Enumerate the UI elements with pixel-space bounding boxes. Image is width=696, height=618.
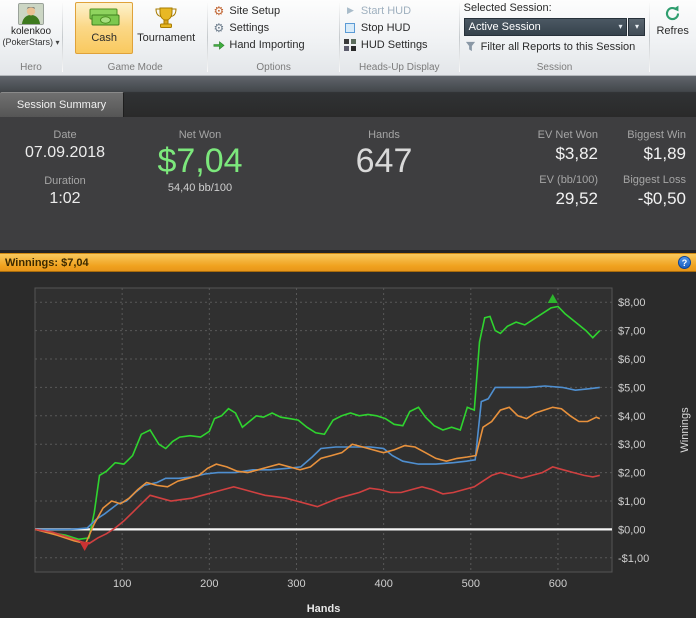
hands-label: Hands: [368, 129, 400, 141]
cash-icon: [89, 8, 120, 26]
ribbon-group-hero: kolenkoo (PokerStars) ▾ Hero: [0, 0, 62, 75]
svg-text:$3,00: $3,00: [618, 439, 646, 451]
hud-settings-button[interactable]: HUD Settings: [344, 36, 455, 53]
svg-text:$8,00: $8,00: [618, 297, 646, 309]
tab-session-summary[interactable]: Session Summary: [0, 92, 124, 117]
svg-text:600: 600: [549, 578, 567, 590]
ribbon-group-session: Selected Session: Active Session ▾ ▾ Fil…: [460, 0, 650, 75]
bb100-value: 54,40 bb/100: [167, 181, 233, 194]
start-hud-button[interactable]: ▶ Start HUD: [344, 2, 455, 19]
settings-button[interactable]: ⚙ Settings: [212, 19, 335, 36]
tab-strip: Session Summary: [0, 76, 696, 117]
winnings-chart: 100 200 300 400 500 600 $8,00 $7,00 $6,00 $5,00 $4…: [0, 272, 696, 618]
ribbon-group-hud: ▶ Start HUD Stop HUD HUD Settings Heads-…: [340, 0, 459, 75]
help-icon[interactable]: ?: [678, 256, 691, 269]
ev-net-won-label: EV Net Won: [537, 129, 598, 141]
biggest-loss-label: Biggest Loss: [623, 174, 686, 186]
svg-text:$0,00: $0,00: [618, 524, 646, 536]
chart-canvas: 100 200 300 400 500 600 $8,00 $7,00 $6,00 $5,00 $4…: [34, 287, 691, 615]
group-label-hud: Heads-Up Display: [358, 62, 440, 73]
svg-text:$4,00: $4,00: [618, 411, 646, 423]
dropdown-arrow-icon: ▾: [618, 22, 623, 31]
play-icon: ▶: [346, 5, 354, 15]
start-hud-label: Start HUD: [360, 4, 412, 17]
hero-name: kolenkoo: [10, 26, 52, 37]
ev-bb100-value: 29,52: [555, 189, 598, 208]
svg-text:400: 400: [374, 578, 392, 590]
date-value: 07.09.2018: [24, 144, 106, 161]
winnings-header-bar: Winnings: $7,04 ?: [0, 253, 696, 272]
trophy-icon: [155, 7, 177, 28]
winnings-title: Winnings: $7,04: [5, 256, 89, 269]
site-setup-label: Site Setup: [229, 4, 281, 17]
svg-text:$5,00: $5,00: [618, 382, 646, 394]
net-won-value: $7,04: [157, 142, 243, 180]
svg-text:Hands: Hands: [307, 603, 341, 615]
group-label-session: Session: [536, 62, 573, 73]
biggest-win-value: $1,89: [643, 144, 686, 163]
stop-hud-label: Stop HUD: [360, 21, 411, 34]
session-summary-panel: Date 07.09.2018 Duration 1:02 Net Won $7…: [0, 117, 696, 250]
filter-session-label: Filter all Reports to this Session: [480, 40, 636, 53]
duration-value: 1:02: [49, 190, 81, 207]
site-setup-button[interactable]: ⚙ Site Setup: [212, 2, 335, 19]
chevron-down-icon: ▾: [55, 38, 60, 47]
svg-text:100: 100: [113, 578, 131, 590]
svg-text:300: 300: [287, 578, 305, 590]
net-won-label: Net Won: [178, 129, 222, 141]
selected-session-label: Selected Session:: [463, 2, 552, 14]
hero-selector[interactable]: kolenkoo (PokerStars) ▾: [2, 2, 60, 47]
svg-text:500: 500: [462, 578, 480, 590]
group-label-options: Options: [256, 62, 291, 73]
stop-hud-button[interactable]: Stop HUD: [344, 19, 455, 36]
cash-label: Cash: [91, 32, 118, 44]
hand-importing-button[interactable]: Hand Importing: [212, 36, 335, 53]
svg-text:$1,00: $1,00: [618, 496, 646, 508]
hand-importing-label: Hand Importing: [229, 38, 305, 51]
session-dropdown-value: Active Session: [468, 20, 541, 33]
ribbon-group-refresh: Refres: [650, 0, 696, 75]
svg-text:$6,00: $6,00: [618, 354, 646, 366]
refresh-button[interactable]: Refres: [654, 2, 690, 37]
group-label-hero: Hero: [20, 62, 42, 73]
svg-text:Winnings: Winnings: [679, 407, 691, 453]
refresh-label: Refres: [656, 25, 689, 37]
hand-import-icon: [212, 38, 225, 51]
biggest-loss-value: -$0,50: [637, 189, 686, 208]
ribbon: kolenkoo (PokerStars) ▾ Hero Cash Tourna…: [0, 0, 696, 76]
refresh-icon: [666, 5, 680, 21]
svg-text:200: 200: [200, 578, 218, 590]
svg-text:$2,00: $2,00: [618, 468, 646, 480]
cash-button[interactable]: Cash: [75, 2, 134, 54]
gear-icon: ⚙: [213, 20, 225, 35]
date-label: Date: [53, 129, 77, 141]
session-dropdown[interactable]: Active Session ▾: [463, 17, 628, 36]
hm2-window: kolenkoo (PokerStars) ▾ Hero Cash Tourna…: [0, 0, 696, 618]
hands-value: 647: [355, 142, 413, 180]
ev-bb100-label: EV (bb/100): [539, 174, 598, 186]
duration-label: Duration: [44, 175, 86, 187]
stop-icon: [344, 21, 357, 34]
chevron-down-icon: ▾: [634, 22, 639, 31]
avatar: [18, 3, 44, 25]
group-label-game-mode: Game Mode: [107, 62, 163, 73]
ev-net-won-value: $3,82: [555, 144, 598, 163]
svg-text:-$1,00: -$1,00: [618, 553, 649, 565]
settings-label: Settings: [229, 21, 270, 34]
hud-settings-label: HUD Settings: [360, 38, 428, 51]
filter-session-button[interactable]: Filter all Reports to this Session: [464, 38, 646, 55]
hero-site: (PokerStars) ▾: [2, 37, 60, 47]
session-dropdown-button[interactable]: ▾: [628, 17, 646, 36]
tournament-label: Tournament: [137, 32, 196, 44]
tournament-button[interactable]: Tournament: [137, 2, 195, 54]
svg-text:$7,00: $7,00: [618, 326, 646, 338]
ribbon-group-game-mode: Cash Tournament Game Mode: [63, 0, 207, 75]
biggest-win-label: Biggest Win: [627, 129, 686, 141]
hud-settings-icon: [344, 38, 357, 51]
ribbon-group-options: ⚙ Site Setup ⚙ Settings Hand Importing O…: [208, 0, 339, 75]
filter-icon: [464, 40, 477, 53]
site-setup-icon: ⚙: [213, 3, 225, 18]
